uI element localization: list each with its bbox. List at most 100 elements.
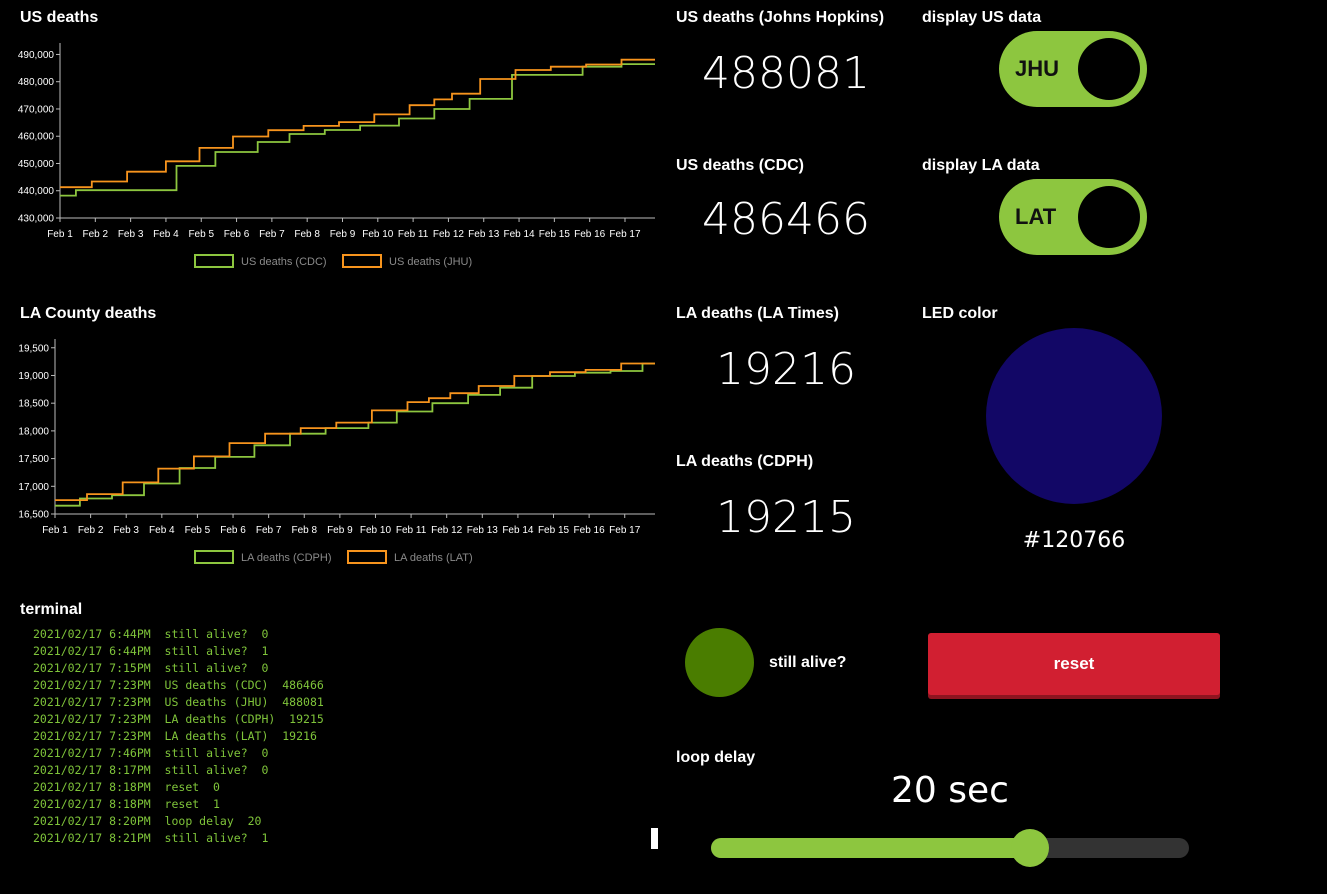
legend-swatch (342, 254, 382, 268)
cdc-value: 486466 (702, 194, 870, 245)
legend-swatch (347, 550, 387, 564)
x-tick-label: Feb 5 (188, 229, 214, 240)
y-tick-label: 18,500 (18, 399, 49, 410)
terminal-line: 2021/02/17 8:18PM reset 1 (33, 797, 220, 811)
lat-title: LA deaths (LA Times) (676, 305, 839, 322)
terminal-log[interactable]: 2021/02/17 6:44PM still alive? 0 2021/02/… (20, 628, 640, 858)
x-tick-label: Feb 17 (609, 229, 641, 240)
loop-delay-slider-fill (711, 838, 1030, 858)
x-tick-label: Feb 4 (153, 229, 179, 240)
la-toggle-title: display LA data (922, 157, 1040, 174)
la-toggle-knob (1078, 186, 1140, 248)
terminal-line: 2021/02/17 8:20PM loop delay 20 (33, 814, 262, 828)
us-toggle-label: JHU (1015, 56, 1060, 81)
y-tick-label: 460,000 (18, 132, 55, 143)
terminal-line: 2021/02/17 7:15PM still alive? 0 (33, 661, 269, 675)
y-tick-label: 480,000 (18, 77, 55, 88)
lat-value: 19216 (716, 344, 856, 395)
x-tick-label: Feb 14 (503, 229, 535, 240)
terminal-title: terminal (20, 601, 83, 618)
cdph-title: LA deaths (CDPH) (676, 453, 814, 470)
cdph-value: 19215 (716, 492, 856, 543)
cdc-title: US deaths (CDC) (676, 157, 805, 174)
terminal-line: 2021/02/17 8:17PM still alive? 0 (33, 763, 269, 777)
still-alive-indicator (685, 628, 754, 697)
terminal-line: 2021/02/17 7:23PM US deaths (JHU) 488081 (33, 695, 324, 709)
loop-delay-slider[interactable] (711, 829, 1189, 867)
terminal-line: 2021/02/17 7:23PM LA deaths (LAT) 19216 (33, 729, 317, 743)
y-tick-label: 490,000 (18, 50, 55, 61)
legend-label: LA deaths (CDPH) (241, 552, 331, 564)
loop-delay-value: 20 sec (891, 770, 1009, 811)
y-tick-label: 17,000 (18, 482, 49, 493)
legend-swatch (194, 254, 234, 268)
legend-swatch (194, 550, 234, 564)
y-tick-label: 470,000 (18, 104, 55, 115)
terminal-line: 2021/02/17 6:44PM still alive? 1 (33, 644, 269, 658)
x-tick-label: Feb 11 (396, 525, 427, 536)
x-tick-label: Feb 7 (259, 229, 285, 240)
led-title: LED color (922, 305, 998, 322)
x-tick-label: Feb 3 (118, 229, 144, 240)
x-tick-label: Feb 6 (224, 229, 250, 240)
series-line-0 (55, 362, 655, 507)
x-tick-label: Feb 9 (327, 525, 353, 536)
series-line-0 (60, 63, 655, 197)
x-tick-label: Feb 7 (256, 525, 282, 536)
led-hex-value: #120766 (1022, 528, 1126, 553)
la-toggle-label: LAT (1015, 204, 1057, 229)
x-tick-label: Feb 5 (185, 525, 211, 536)
x-tick-label: Feb 11 (398, 229, 429, 240)
led-color-swatch[interactable] (986, 328, 1162, 504)
x-tick-label: Feb 6 (220, 525, 246, 536)
la-chart-title: LA County deaths (20, 305, 157, 322)
x-tick-label: Feb 4 (149, 525, 175, 536)
x-tick-label: Feb 14 (502, 525, 534, 536)
la-data-toggle[interactable]: LAT (999, 179, 1147, 255)
y-tick-label: 18,000 (18, 426, 49, 437)
reset-button[interactable]: reset (928, 633, 1220, 695)
us-chart-title: US deaths (20, 9, 99, 26)
us-data-toggle[interactable]: JHU (999, 31, 1147, 107)
x-tick-label: Feb 12 (433, 229, 465, 240)
la-deaths-chart: 16,500 17,000 17,500 18,000 18,500 19,000 19,5… (18, 339, 655, 564)
us-toggle-title: display US data (922, 9, 1042, 26)
x-tick-label: Feb 3 (113, 525, 139, 536)
terminal-line: 2021/02/17 7:46PM still alive? 0 (33, 746, 269, 760)
x-tick-label: Feb 10 (360, 525, 392, 536)
loop-delay-slider-thumb[interactable] (1010, 829, 1049, 867)
y-tick-label: 19,000 (18, 371, 49, 382)
x-tick-label: Feb 8 (291, 525, 317, 536)
x-tick-label: Feb 2 (83, 229, 109, 240)
still-alive-label: still alive? (769, 654, 847, 671)
jhu-title: US deaths (Johns Hopkins) (676, 9, 885, 26)
terminal-line: 2021/02/17 8:18PM reset 0 (33, 780, 220, 794)
series-line-1 (55, 362, 655, 501)
legend-label: LA deaths (LAT) (394, 552, 473, 564)
x-tick-label: Feb 16 (574, 525, 606, 536)
us-deaths-chart: 430,000 440,000 450,000 460,000 470,000 480,0… (18, 43, 655, 268)
x-tick-label: Feb 13 (468, 229, 500, 240)
terminal-line: 2021/02/17 6:44PM still alive? 0 (33, 628, 269, 641)
series-line-1 (60, 58, 655, 189)
terminal-line: 2021/02/17 8:21PM still alive? 1 (33, 831, 269, 845)
terminal-line: 2021/02/17 7:23PM US deaths (CDC) 486466 (33, 678, 324, 692)
jhu-value: 488081 (702, 48, 870, 99)
x-tick-label: Feb 1 (47, 229, 73, 240)
x-tick-label: Feb 16 (574, 229, 606, 240)
y-tick-label: 440,000 (18, 186, 55, 197)
x-tick-label: Feb 15 (538, 525, 570, 536)
legend-label: US deaths (JHU) (389, 256, 472, 268)
terminal-cursor (651, 828, 658, 849)
x-tick-label: Feb 9 (330, 229, 356, 240)
loop-delay-title: loop delay (676, 749, 756, 766)
y-tick-label: 450,000 (18, 159, 55, 170)
x-tick-label: Feb 2 (78, 525, 104, 536)
x-tick-label: Feb 17 (609, 525, 641, 536)
us-toggle-knob (1078, 38, 1140, 100)
y-tick-label: 17,500 (18, 454, 49, 465)
x-tick-label: Feb 15 (539, 229, 571, 240)
x-tick-label: Feb 12 (431, 525, 463, 536)
x-tick-label: Feb 10 (362, 229, 394, 240)
legend-label: US deaths (CDC) (241, 256, 327, 268)
